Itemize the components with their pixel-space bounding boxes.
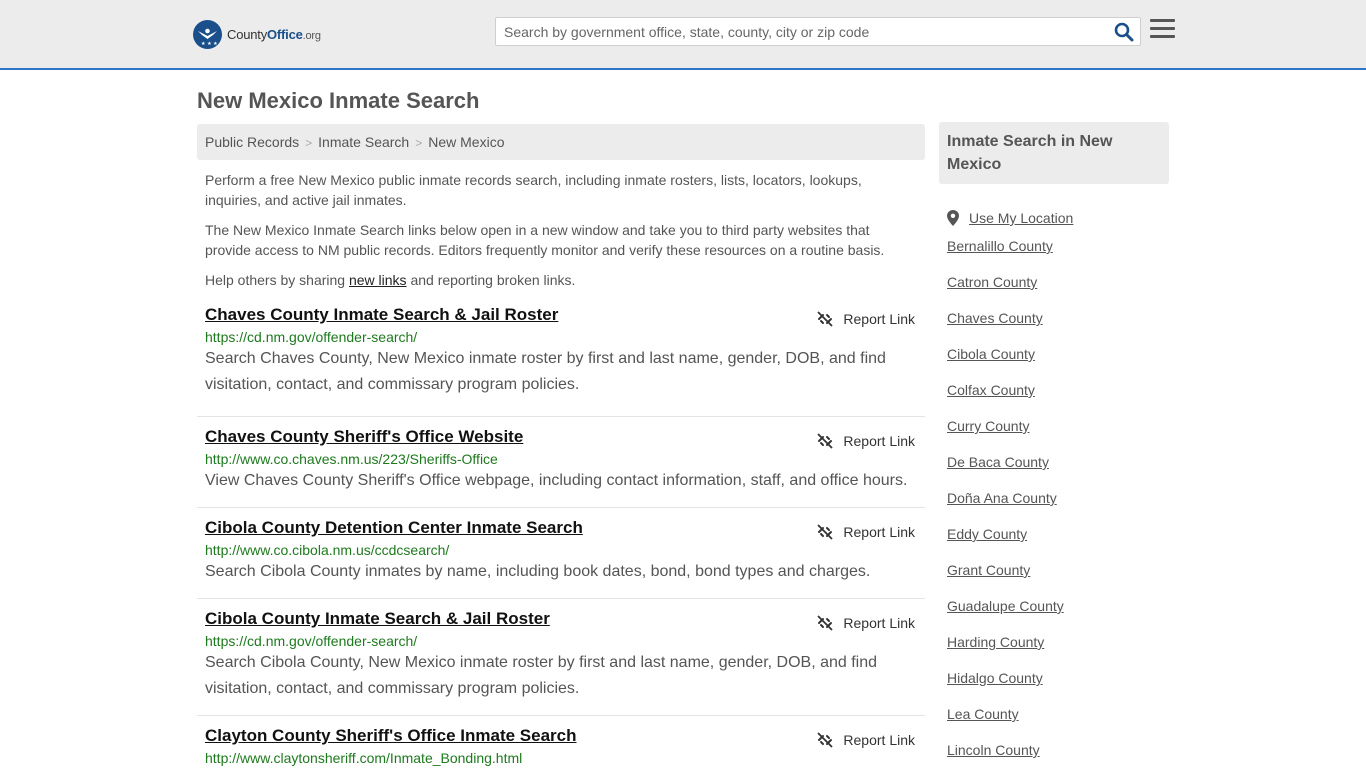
sidebar-item-de-baca[interactable]: De Baca County (947, 452, 1073, 488)
intro-paragraph-3: Help others by sharing new links and rep… (205, 270, 905, 290)
breadcrumb-public-records[interactable]: Public Records (205, 134, 299, 150)
top-navigation-bar: ★ ★ ★ CountyOffice.org (0, 0, 1366, 70)
sidebar-item-dona-ana[interactable]: Doña Ana County (947, 488, 1073, 524)
search-input[interactable] (496, 18, 1096, 45)
result-url[interactable]: https://cd.nm.gov/offender-search/ (205, 633, 917, 649)
result-description: Search Cibola County, New Mexico inmate … (205, 654, 878, 697)
broken-link-icon (817, 311, 834, 327)
sidebar-item-chaves[interactable]: Chaves County (947, 308, 1073, 344)
report-link-button[interactable]: Report Link (817, 311, 915, 327)
logo-office: Office (267, 27, 303, 42)
page-title: New Mexico Inmate Search (197, 88, 480, 113)
sidebar-item-colfax[interactable]: Colfax County (947, 380, 1073, 416)
result-title-link[interactable]: Cibola County Detention Center Inmate Se… (205, 518, 583, 538)
breadcrumb-new-mexico: New Mexico (428, 134, 505, 150)
result-description: View Chaves County Sheriff's Office webp… (205, 472, 908, 489)
sidebar-heading: Inmate Search in New Mexico (939, 122, 1169, 184)
logo-county: County (227, 27, 267, 42)
sidebar-item-bernalillo[interactable]: Bernalillo County (947, 236, 1073, 272)
result-item: Chaves County Sheriff's Office Website R… (197, 417, 925, 508)
sidebar-item-catron[interactable]: Catron County (947, 272, 1073, 308)
sidebar-item-eddy[interactable]: Eddy County (947, 524, 1073, 560)
report-link-button[interactable]: Report Link (817, 732, 915, 748)
result-url[interactable]: http://www.claytonsheriff.com/Inmate_Bon… (205, 750, 917, 766)
result-url[interactable]: http://www.co.chaves.nm.us/223/Sheriffs-… (205, 451, 917, 467)
intro-paragraph-1: Perform a free New Mexico public inmate … (205, 172, 862, 208)
result-item: Cibola County Inmate Search & Jail Roste… (197, 599, 925, 716)
logo-tld: .org (302, 30, 321, 42)
result-title-link[interactable]: Chaves County Inmate Search & Jail Roste… (205, 305, 558, 325)
result-url[interactable]: http://www.co.cibola.nm.us/ccdcsearch/ (205, 542, 917, 558)
result-url[interactable]: https://cd.nm.gov/offender-search/ (205, 329, 917, 345)
breadcrumb-inmate-search[interactable]: Inmate Search (318, 134, 409, 150)
sidebar-item-guadalupe[interactable]: Guadalupe County (947, 596, 1073, 632)
logo-eagle-icon: ★ ★ ★ (193, 20, 222, 49)
report-link-button[interactable]: Report Link (817, 615, 915, 631)
sidebar-item-grant[interactable]: Grant County (947, 560, 1073, 596)
intro-text: Help others by sharing (205, 272, 349, 288)
sidebar-item-lincoln[interactable]: Lincoln County (947, 740, 1073, 776)
breadcrumb: Public Records > Inmate Search > New Mexico (197, 124, 925, 160)
result-title-link[interactable]: Cibola County Inmate Search & Jail Roste… (205, 609, 550, 629)
hamburger-menu-icon[interactable] (1150, 19, 1175, 41)
broken-link-icon (817, 433, 834, 449)
sidebar-item-cibola[interactable]: Cibola County (947, 344, 1073, 380)
search-box (495, 17, 1141, 46)
result-description: Search Chaves County, New Mexico inmate … (205, 350, 886, 393)
result-description: Search Cibola County inmates by name, in… (205, 563, 871, 580)
broken-link-icon (817, 615, 834, 631)
results-list: Chaves County Inmate Search & Jail Roste… (197, 305, 925, 776)
result-title-link[interactable]: Clayton County Sheriff's Office Inmate S… (205, 726, 577, 746)
report-link-label: Report Link (843, 615, 915, 631)
search-icon[interactable] (1114, 22, 1134, 42)
sidebar-item-hidalgo[interactable]: Hidalgo County (947, 668, 1073, 704)
sidebar-item-lea[interactable]: Lea County (947, 704, 1073, 740)
report-link-label: Report Link (843, 311, 915, 327)
sidebar-item-curry[interactable]: Curry County (947, 416, 1073, 452)
use-my-location-link[interactable]: Use My Location (947, 200, 1073, 236)
result-title-link[interactable]: Chaves County Sheriff's Office Website (205, 427, 523, 447)
broken-link-icon (817, 524, 834, 540)
new-links-link[interactable]: new links (349, 272, 407, 288)
report-link-button[interactable]: Report Link (817, 433, 915, 449)
report-link-label: Report Link (843, 732, 915, 748)
sidebar-county-list: Use My Location Bernalillo County Catron… (947, 200, 1073, 776)
intro-text: and reporting broken links. (406, 272, 576, 288)
use-my-location-label: Use My Location (969, 210, 1074, 226)
broken-link-icon (817, 732, 834, 748)
intro-paragraph-2: The New Mexico Inmate Search links below… (205, 222, 885, 258)
report-link-button[interactable]: Report Link (817, 524, 915, 540)
report-link-label: Report Link (843, 433, 915, 449)
result-item: Cibola County Detention Center Inmate Se… (197, 508, 925, 599)
svg-text:★ ★ ★: ★ ★ ★ (201, 41, 218, 47)
report-link-label: Report Link (843, 524, 915, 540)
logo-wordmark: CountyOffice.org (227, 27, 321, 42)
sidebar-item-harding[interactable]: Harding County (947, 632, 1073, 668)
site-logo[interactable]: ★ ★ ★ CountyOffice.org (193, 20, 321, 49)
map-pin-icon (947, 210, 959, 226)
chevron-right-icon: > (415, 136, 423, 150)
chevron-right-icon: > (305, 136, 313, 150)
result-item: Clayton County Sheriff's Office Inmate S… (197, 716, 925, 776)
result-item: Chaves County Inmate Search & Jail Roste… (197, 305, 925, 417)
